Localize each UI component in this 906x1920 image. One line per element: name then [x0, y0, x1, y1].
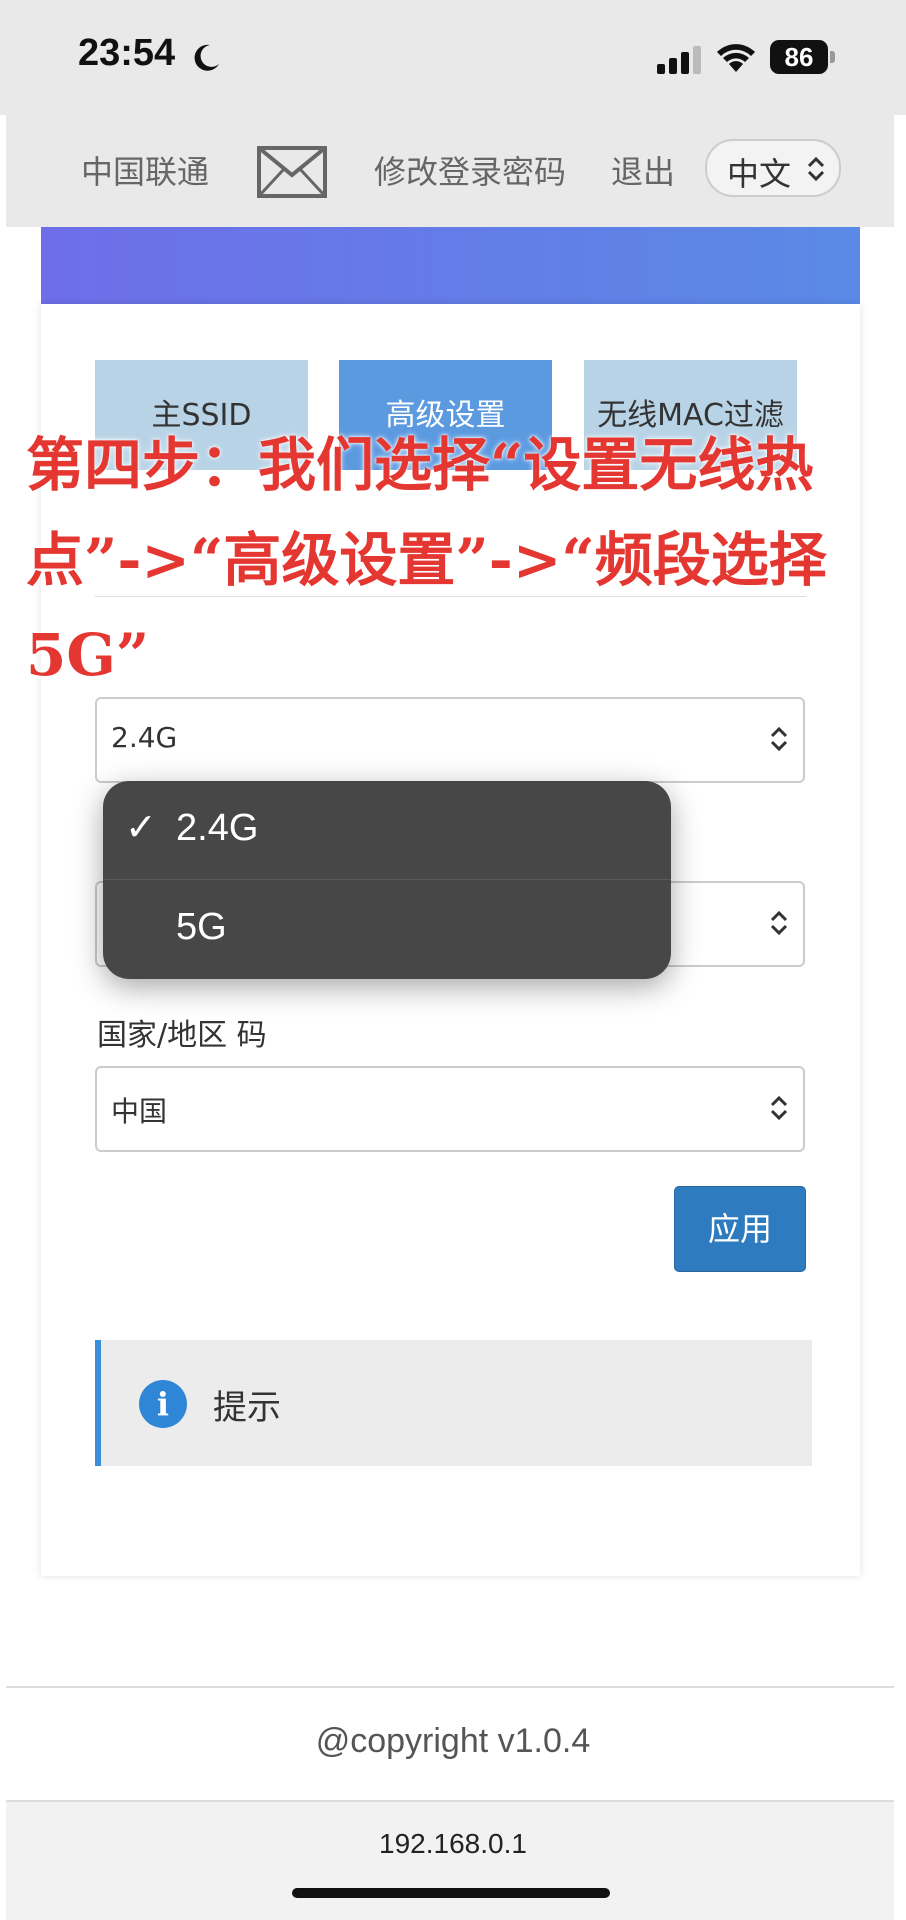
- band-dropdown-menu: ✓ 2.4G 5G: [103, 781, 671, 979]
- hint-label: 提示: [213, 1388, 281, 1428]
- status-bar: 23:54 86: [0, 0, 906, 115]
- status-time: 23:54: [78, 32, 176, 74]
- change-password-link[interactable]: 修改登录密码: [374, 147, 566, 193]
- info-icon: i: [139, 1380, 187, 1428]
- language-select[interactable]: 中文: [705, 139, 841, 197]
- apply-button[interactable]: 应用: [674, 1186, 806, 1272]
- option-label: 5G: [176, 906, 227, 948]
- battery-icon: 86: [770, 40, 836, 76]
- instruction-annotation: 第四步：我们选择“设置无线热点”->“高级设置”->“频段选择5G”: [26, 431, 827, 689]
- hint-box: i 提示: [95, 1340, 812, 1466]
- country-label: 国家/地区 码: [97, 1018, 267, 1053]
- checkmark-icon: ✓: [125, 807, 157, 849]
- logout-link[interactable]: 退出: [611, 147, 675, 193]
- chevron-up-down-icon: [770, 910, 788, 936]
- battery-level: 86: [784, 42, 814, 72]
- footer-divider: [6, 1686, 894, 1688]
- moon-icon: [194, 44, 219, 71]
- address-text[interactable]: 192.168.0.1: [0, 1828, 906, 1860]
- country-value: 中国: [111, 1095, 168, 1128]
- chevron-up-down-icon: [807, 156, 825, 182]
- band-value: 2.4G: [111, 721, 178, 754]
- option-label: 2.4G: [176, 807, 259, 849]
- chevron-up-down-icon: [770, 1095, 788, 1121]
- page-header-banner: [41, 227, 860, 304]
- browser-address-bar: [6, 1802, 894, 1920]
- country-select[interactable]: 中国: [95, 1066, 805, 1152]
- band-select[interactable]: 2.4G: [95, 697, 805, 783]
- wifi-icon: [717, 44, 755, 72]
- top-nav: 中国联通 修改登录密码 退出 中文: [6, 115, 894, 227]
- carrier-link[interactable]: 中国联通: [81, 147, 209, 193]
- chevron-up-down-icon: [770, 726, 788, 752]
- dropdown-option-5g[interactable]: 5G: [103, 880, 671, 978]
- mail-icon[interactable]: [256, 145, 328, 199]
- copyright-text: @copyright v1.0.4: [315, 1722, 591, 1760]
- language-value: 中文: [727, 155, 792, 193]
- dropdown-option-2-4g[interactable]: ✓ 2.4G: [103, 781, 671, 880]
- cellular-signal-icon: [657, 46, 701, 74]
- home-indicator[interactable]: [292, 1888, 610, 1898]
